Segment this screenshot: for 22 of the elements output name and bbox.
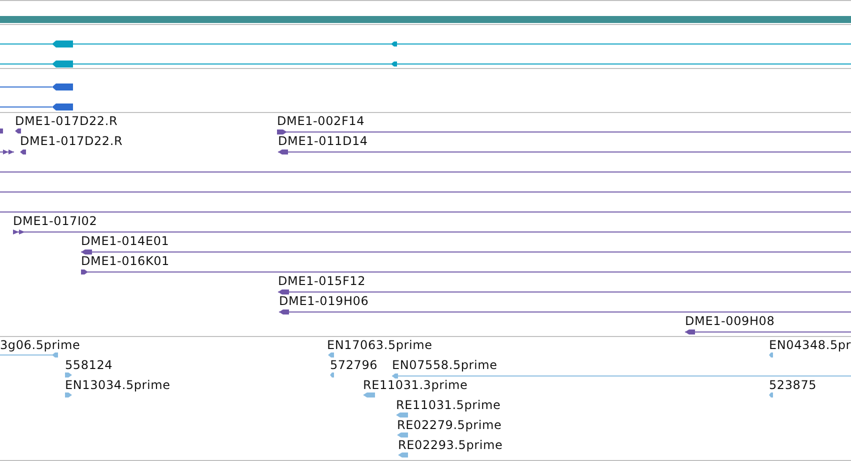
feature-label: EN13034.5prime [65, 378, 170, 392]
feature-label: DME1-002F14 [277, 114, 365, 128]
feature-label: DME1-009H08 [685, 314, 775, 328]
feature-label: RE02293.5prime [398, 438, 503, 452]
feature-label: RE11031.3prime [363, 378, 468, 392]
feature-label: DME1-011D14 [278, 134, 368, 148]
feature-label: 3g06.5prime [0, 338, 80, 352]
feature-label: DME1-016K01 [81, 254, 170, 268]
feature-label: DME1-017D22.R [15, 114, 118, 128]
feature-label: DME1-017I02 [13, 214, 98, 228]
feature-label: DME1-014E01 [81, 234, 170, 248]
feature-label: 523875 [769, 378, 817, 392]
feature-label: DME1-019H06 [279, 294, 369, 308]
feature-label: RE11031.5prime [396, 398, 501, 412]
feature-label: EN07558.5prime [392, 358, 498, 372]
feature-label: EN04348.5pr [769, 338, 851, 352]
feature-label: DME1-015F12 [278, 274, 366, 288]
feature-label: RE02279.5prime [397, 418, 502, 432]
feature-label: DME1-017D22.R [20, 134, 123, 148]
feature-label: 572796 [330, 358, 378, 372]
feature-label: EN17063.5prime [327, 338, 432, 352]
feature-label: 558124 [65, 358, 113, 372]
